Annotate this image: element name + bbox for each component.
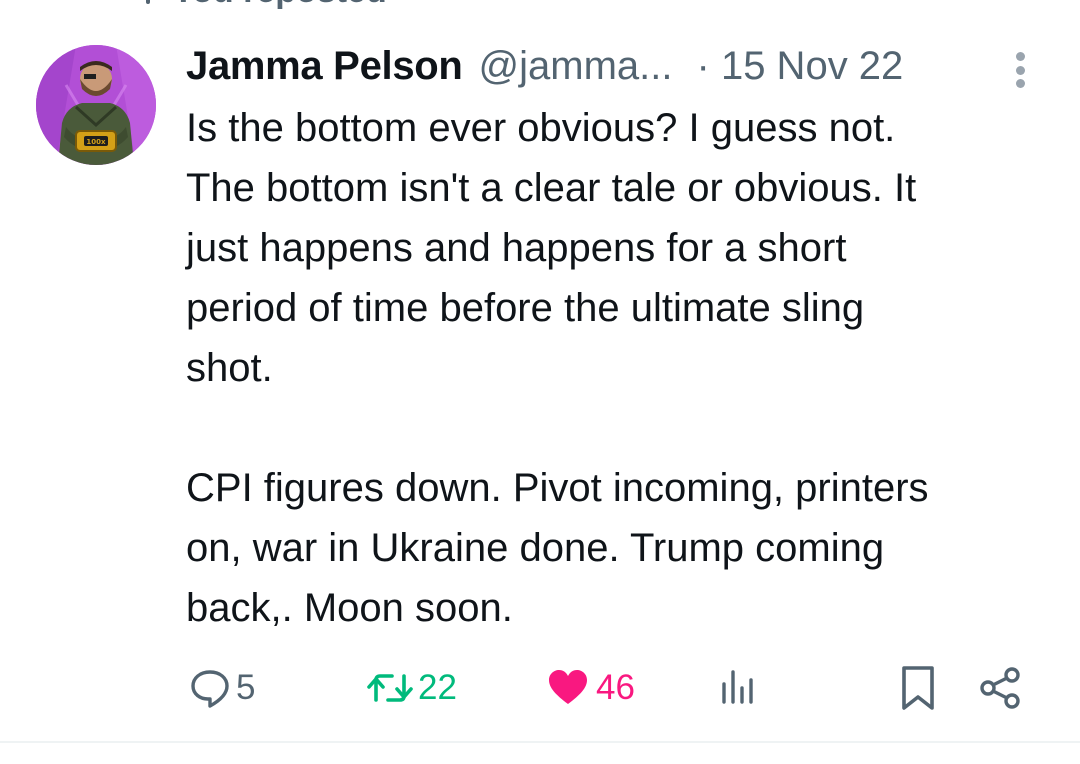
share-icon <box>980 667 1020 709</box>
divider <box>0 741 1080 743</box>
tweet-line: The bottom isn't a clear tale or obvious… <box>186 166 917 210</box>
repost-icon <box>146 0 150 4</box>
tweet-text: Is the bottom ever obvious? I guess not.… <box>186 98 1066 638</box>
svg-text:100x: 100x <box>86 138 106 146</box>
views-button[interactable] <box>718 660 758 716</box>
like-button[interactable]: 46 <box>546 660 635 716</box>
repost-count: 22 <box>418 668 457 707</box>
share-button[interactable] <box>978 660 1024 716</box>
tweet-line: period of time before the ultimate sling <box>186 286 865 330</box>
bookmark-button[interactable] <box>898 660 938 716</box>
tweet-date[interactable]: · 15 Nov 22 <box>697 44 904 89</box>
tweet-line: CPI figures down. Pivot incoming, printe… <box>186 466 929 510</box>
more-vertical-icon[interactable] <box>1008 50 1032 90</box>
reply-icon <box>191 670 229 708</box>
tweet-line: back,. Moon soon. <box>186 586 513 630</box>
tweet-line: shot. <box>186 346 273 390</box>
repost-button[interactable]: 22 <box>366 660 457 716</box>
bookmark-icon <box>902 666 934 710</box>
views-icon <box>722 670 753 704</box>
author-name[interactable]: Jamma Pelson <box>186 44 463 89</box>
repost-banner: You reposted <box>110 0 387 11</box>
action-bar: 5 22 46 <box>0 660 1080 716</box>
reply-button[interactable]: 5 <box>188 660 255 716</box>
tweet-line: just happens and happens for a short <box>186 226 847 270</box>
avatar[interactable]: 100x <box>36 45 156 165</box>
heart-icon <box>549 670 587 704</box>
author-handle[interactable]: @jamma... <box>479 44 673 89</box>
tweet-line: on, war in Ukraine done. Trump coming <box>186 526 885 570</box>
repost-banner-label: You reposted <box>172 0 387 11</box>
repost-icon <box>367 674 413 702</box>
tweet-header: Jamma Pelson @jamma... · 15 Nov 22 <box>186 40 903 92</box>
like-count: 46 <box>596 668 635 707</box>
tweet-line: Is the bottom ever obvious? I guess not. <box>186 106 896 150</box>
reply-count: 5 <box>236 668 256 707</box>
